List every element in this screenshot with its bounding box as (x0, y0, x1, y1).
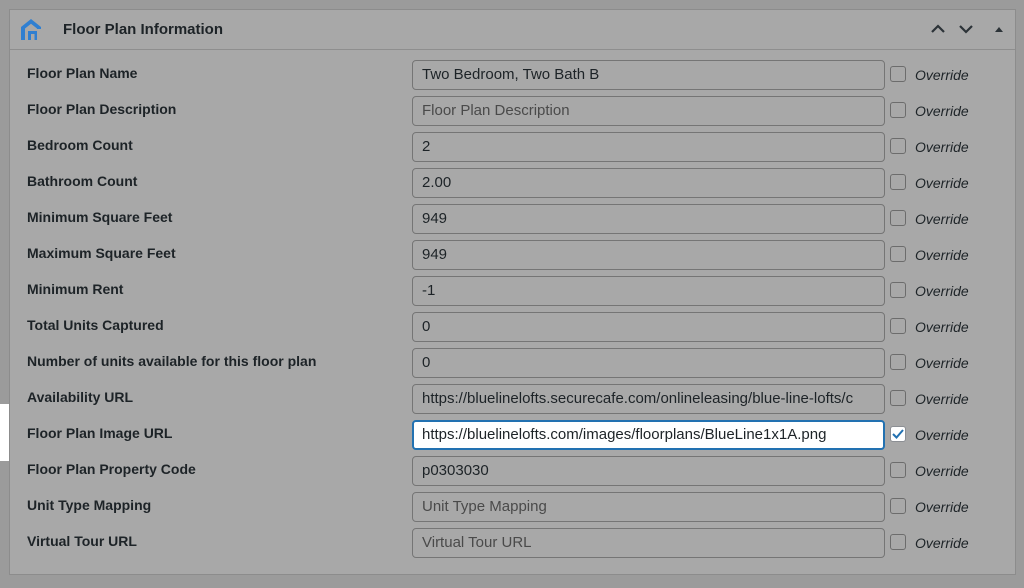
floor-plan-description-input[interactable]: Floor Plan Description (412, 96, 885, 126)
toggle-panel-button[interactable] (989, 19, 1009, 39)
bedroom-count-input[interactable]: 2 (412, 132, 885, 162)
override-checkbox[interactable] (890, 246, 906, 262)
field-row-floor-plan-name: Floor Plan Name Two Bedroom, Two Bath B … (10, 60, 1015, 96)
override-label: Override (915, 247, 969, 263)
override-label: Override (915, 319, 969, 335)
minimum-rent-input[interactable]: -1 (412, 276, 885, 306)
override-label: Override (915, 283, 969, 299)
field-label: Minimum Square Feet (27, 209, 173, 225)
unit-type-mapping-input[interactable]: Unit Type Mapping (412, 492, 885, 522)
override-label: Override (915, 355, 969, 371)
move-up-button[interactable] (928, 19, 948, 39)
floor-plan-information-panel: Floor Plan Information Floor Plan Name T… (9, 9, 1016, 575)
override-checkbox[interactable] (890, 354, 906, 370)
floor-plan-property-code-input[interactable]: p0303030 (412, 456, 885, 486)
field-row-unit-type-mapping: Unit Type Mapping Unit Type Mapping Over… (10, 492, 1015, 528)
field-row-floor-plan-description: Floor Plan Description Floor Plan Descri… (10, 96, 1015, 132)
field-label: Availability URL (27, 389, 134, 405)
override-label: Override (915, 211, 969, 227)
override-checkbox[interactable] (890, 318, 906, 334)
override-label: Override (915, 499, 969, 515)
field-label: Bedroom Count (27, 137, 133, 153)
minimum-square-feet-input[interactable]: 949 (412, 204, 885, 234)
override-checkbox[interactable] (890, 138, 906, 154)
units-available-input[interactable]: 0 (412, 348, 885, 378)
chevron-down-icon (959, 25, 973, 34)
checkmark-icon (892, 429, 904, 439)
chevron-up-icon (931, 24, 945, 33)
field-row-floor-plan-image-url: Floor Plan Image URL https://bluelinelof… (10, 420, 1015, 456)
maximum-square-feet-input[interactable]: 949 (412, 240, 885, 270)
field-label: Maximum Square Feet (27, 245, 176, 261)
field-label: Total Units Captured (27, 317, 164, 333)
field-label: Virtual Tour URL (27, 533, 137, 549)
availability-url-input[interactable]: https://bluelinelofts.securecafe.com/onl… (412, 384, 885, 414)
override-label: Override (915, 427, 969, 443)
field-row-bedroom-count: Bedroom Count 2 Override (10, 132, 1015, 168)
field-row-units-available: Number of units available for this floor… (10, 348, 1015, 384)
override-checkbox[interactable] (890, 102, 906, 118)
virtual-tour-url-input[interactable]: Virtual Tour URL (412, 528, 885, 558)
override-label: Override (915, 103, 969, 119)
field-label: Floor Plan Name (27, 65, 138, 81)
bathroom-count-input[interactable]: 2.00 (412, 168, 885, 198)
field-row-floor-plan-property-code: Floor Plan Property Code p0303030 Overri… (10, 456, 1015, 492)
field-row-minimum-rent: Minimum Rent -1 Override (10, 276, 1015, 312)
floor-plan-image-url-input[interactable]: https://bluelinelofts.com/images/floorpl… (412, 420, 885, 450)
field-label: Floor Plan Image URL (27, 425, 173, 441)
field-row-virtual-tour-url: Virtual Tour URL Virtual Tour URL Overri… (10, 528, 1015, 564)
override-label: Override (915, 139, 969, 155)
field-row-total-units-captured: Total Units Captured 0 Override (10, 312, 1015, 348)
collapse-triangle-icon (995, 27, 1003, 32)
field-label: Floor Plan Description (27, 101, 177, 117)
panel-header: Floor Plan Information (10, 10, 1015, 50)
override-label: Override (915, 67, 969, 83)
override-label: Override (915, 463, 969, 479)
field-row-bathroom-count: Bathroom Count 2.00 Override (10, 168, 1015, 204)
field-row-maximum-square-feet: Maximum Square Feet 949 Override (10, 240, 1015, 276)
field-row-availability-url: Availability URL https://bluelinelofts.s… (10, 384, 1015, 420)
override-label: Override (915, 391, 969, 407)
override-checkbox[interactable] (890, 462, 906, 478)
field-label: Floor Plan Property Code (27, 461, 196, 477)
override-checkbox-checked[interactable] (890, 426, 906, 442)
override-label: Override (915, 175, 969, 191)
override-checkbox[interactable] (890, 174, 906, 190)
field-label: Minimum Rent (27, 281, 124, 297)
field-label: Number of units available for this floor… (27, 353, 317, 369)
override-checkbox[interactable] (890, 534, 906, 550)
logo-icon (21, 19, 41, 40)
floor-plan-name-input[interactable]: Two Bedroom, Two Bath B (412, 60, 885, 90)
override-checkbox[interactable] (890, 210, 906, 226)
override-label: Override (915, 535, 969, 551)
override-checkbox[interactable] (890, 390, 906, 406)
field-row-minimum-square-feet: Minimum Square Feet 949 Override (10, 204, 1015, 240)
panel-title: Floor Plan Information (63, 21, 223, 38)
total-units-captured-input[interactable]: 0 (412, 312, 885, 342)
move-down-button[interactable] (956, 19, 976, 39)
override-checkbox[interactable] (890, 66, 906, 82)
override-checkbox[interactable] (890, 498, 906, 514)
override-checkbox[interactable] (890, 282, 906, 298)
field-label: Unit Type Mapping (27, 497, 152, 513)
field-label: Bathroom Count (27, 173, 138, 189)
